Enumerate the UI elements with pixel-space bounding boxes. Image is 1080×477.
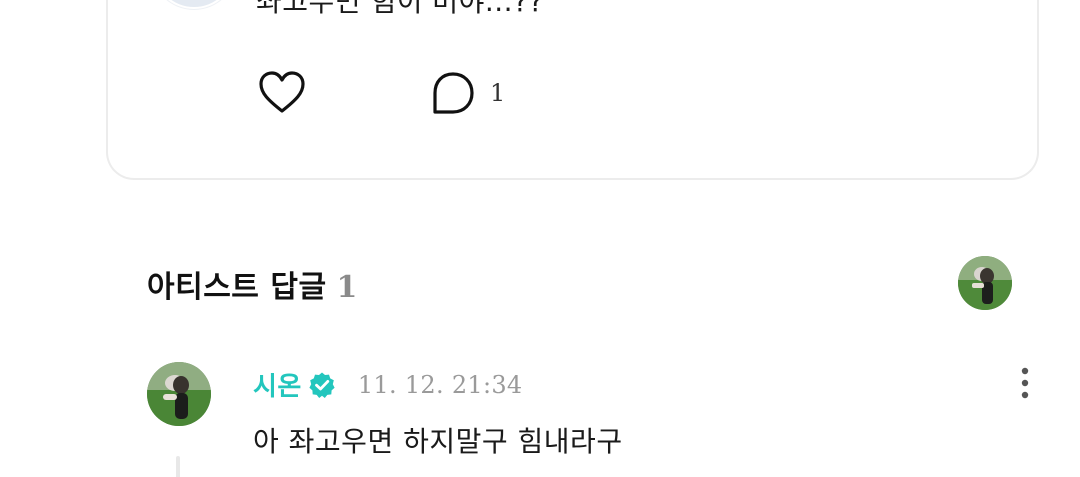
- reply-thread-line: [176, 456, 180, 477]
- artist-avatar[interactable]: [958, 256, 1012, 310]
- more-vertical-icon: [1021, 367, 1029, 399]
- reply-meta: 시온 11. 12. 21:34: [253, 366, 523, 403]
- post-card: 좌고우면 힘이 머야...?? 1: [106, 0, 1039, 180]
- comment-count: 1: [490, 79, 506, 107]
- artist-replies-header: 아티스트 답글 1: [147, 262, 357, 306]
- more-options-button[interactable]: [1014, 366, 1036, 402]
- reply-author-avatar[interactable]: [147, 362, 211, 426]
- speech-bubble-icon: [433, 72, 474, 114]
- verified-badge-icon: [308, 371, 336, 399]
- heart-icon: [259, 71, 305, 113]
- artist-replies-count: 1: [336, 270, 358, 305]
- post-author-avatar[interactable]: [152, 0, 236, 9]
- artist-replies-title: 아티스트 답글: [147, 270, 327, 305]
- like-button[interactable]: [258, 70, 306, 116]
- reply-timestamp: 11. 12. 21:34: [357, 370, 523, 399]
- comment-page: 좌고우면 힘이 머야...?? 1 아티스트 답글 1 시온 11. 12. 2…: [0, 0, 1080, 477]
- reply-text: 아 좌고우면 하지말구 힘내라구: [253, 425, 623, 458]
- post-text: 좌고우면 힘이 머야...??: [256, 0, 544, 18]
- comment-button[interactable]: 1: [430, 70, 505, 116]
- reply-author-name[interactable]: 시온: [253, 366, 302, 403]
